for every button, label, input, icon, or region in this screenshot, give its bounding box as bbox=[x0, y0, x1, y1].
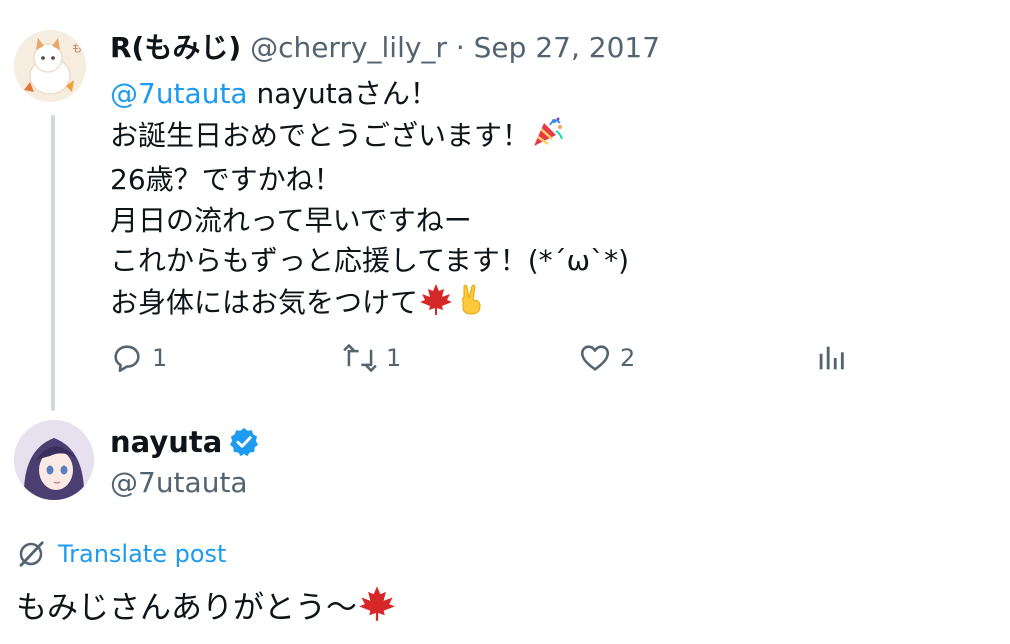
views-icon bbox=[819, 346, 844, 370]
victory-hand-icon bbox=[454, 282, 488, 328]
tweet-line-5: これからもずっと応援してます！(*´ω`*) bbox=[110, 244, 630, 277]
thread-connector-line bbox=[51, 115, 55, 411]
tweet-date[interactable]: Sep 27, 2017 bbox=[474, 31, 660, 64]
avatar-cherry-lily[interactable]: も bbox=[14, 30, 86, 102]
reply-button[interactable]: 1 bbox=[110, 338, 167, 378]
tweet-body: @7utauta nayutaさん！ お誕生日おめでとうございます！ 26歳？で… bbox=[110, 74, 629, 327]
translate-icon bbox=[19, 541, 44, 567]
author-name[interactable]: R(もみじ) bbox=[110, 31, 241, 64]
reply-text-content: もみじさんありがとう〜 bbox=[16, 590, 357, 626]
retweet-button[interactable]: 1 bbox=[342, 338, 401, 378]
tweet-line-text: nayutaさん！ bbox=[247, 77, 438, 110]
maple-leaf-icon bbox=[357, 584, 397, 632]
like-icon bbox=[580, 345, 610, 371]
like-button[interactable]: 2 bbox=[578, 338, 635, 378]
tweet-line-2: お誕生日おめでとうございます！ bbox=[110, 115, 629, 161]
tweet-actions: 1 1 2 bbox=[110, 338, 850, 378]
retweet-count: 1 bbox=[386, 344, 402, 372]
verified-badge-icon bbox=[230, 428, 259, 457]
retweet-icon bbox=[343, 343, 377, 373]
reply-author-handle[interactable]: @7utauta bbox=[110, 465, 248, 501]
svg-text:も: も bbox=[72, 43, 82, 55]
like-count: 2 bbox=[620, 344, 636, 372]
tweet-line-1: @7utauta nayutaさん！ bbox=[110, 74, 629, 115]
translate-label: Translate post bbox=[58, 540, 227, 568]
maple-leaf-icon bbox=[418, 282, 454, 328]
reply-icon bbox=[114, 345, 140, 373]
author-handle[interactable]: @cherry_lily_r bbox=[250, 31, 447, 64]
reply-tweet-text: もみじさんありがとう〜 bbox=[16, 584, 397, 632]
tweet-line-text: お身体にはお気をつけて bbox=[110, 285, 419, 319]
tweet-header: R(もみじ) @cherry_lily_r · Sep 27, 2017 bbox=[110, 30, 660, 66]
tweet-line-6: お身体にはお気をつけて bbox=[110, 282, 629, 328]
tweet-line-4: 月日の流れって早いですねー bbox=[110, 203, 472, 237]
party-popper-icon bbox=[530, 115, 564, 161]
tweet-line-3: 26歳？ですかね！ bbox=[110, 163, 342, 196]
views-button[interactable] bbox=[814, 338, 848, 378]
avatar-nayuta[interactable] bbox=[14, 420, 94, 500]
tweet-line-text: お誕生日おめでとうございます！ bbox=[110, 118, 531, 152]
mention-link[interactable]: @7utauta bbox=[110, 77, 248, 110]
reply-author-row: nayuta bbox=[110, 424, 260, 460]
header-separator: · bbox=[446, 31, 474, 64]
translate-link[interactable]: Translate post bbox=[16, 538, 226, 570]
reply-author-name[interactable]: nayuta bbox=[110, 424, 222, 460]
reply-count: 1 bbox=[152, 344, 168, 372]
